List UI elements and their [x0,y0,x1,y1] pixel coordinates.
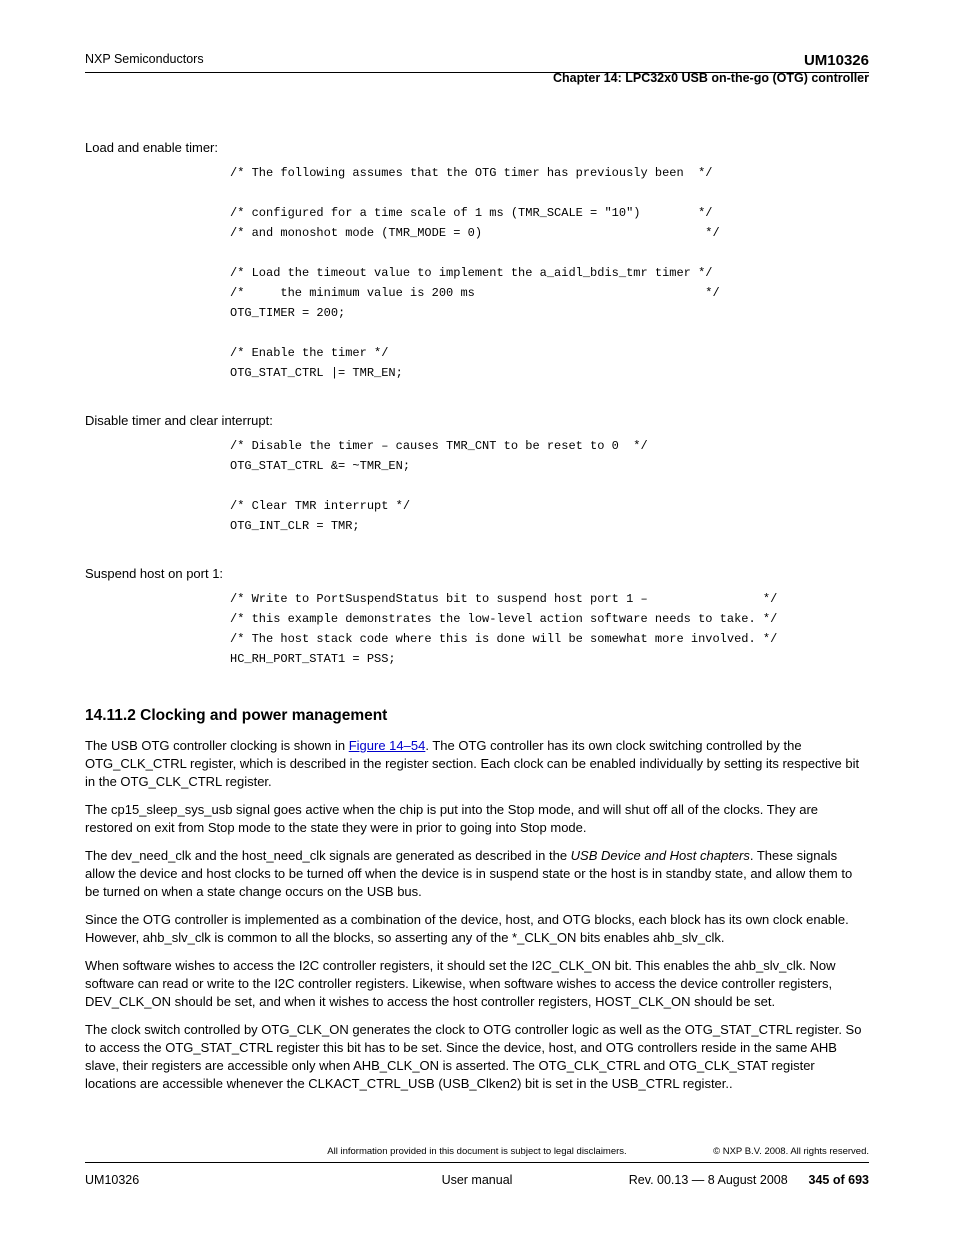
section-disable-label: Disable timer and clear interrupt: [85,413,869,428]
page: NXP Semiconductors UM10326 Chapter 14: L… [0,0,954,1235]
header-rule [85,72,869,73]
heading-clocking: 14.11.2 Clocking and power management [85,707,869,725]
content-area: Load and enable timer: /* The following … [85,140,869,1103]
code-block-load-enable: /* The following assumes that the OTG ti… [230,163,869,383]
para-6: The clock switch controlled by OTG_CLK_O… [85,1021,869,1093]
para-3-ital: USB Device and Host chapters [571,848,750,863]
para-2: The cp15_sleep_sys_usb signal goes activ… [85,801,869,837]
code-block-disable: /* Disable the timer – causes TMR_CNT to… [230,436,869,536]
para-1: The USB OTG controller clocking is shown… [85,737,869,791]
header-doc: UM10326 Chapter 14: LPC32x0 USB on-the-g… [553,52,869,85]
section-load-enable-label: Load and enable timer: [85,140,869,155]
para-3: The dev_need_clk and the host_need_clk s… [85,847,869,901]
para-5: When software wishes to access the I2C c… [85,957,869,1011]
chapter-title: Chapter 14: LPC32x0 USB on-the-go (OTG) … [553,71,869,85]
footer-copyright: © NXP B.V. 2008. All rights reserved. [713,1146,869,1157]
para-4: Since the OTG controller is implemented … [85,911,869,947]
para-3-pre: The dev_need_clk and the host_need_clk s… [85,848,571,863]
section-suspend-label: Suspend host on port 1: [85,566,869,581]
footer-pagenum: 345 of 693 [809,1173,869,1187]
figure-link[interactable]: Figure 14–54 [349,738,426,753]
footer-rev: Rev. 00.13 — 8 August 2008 [629,1173,788,1187]
para-1-pre: The USB OTG controller clocking is shown… [85,738,349,753]
code-block-suspend: /* Write to PortSuspendStatus bit to sus… [230,589,869,669]
header-company: NXP Semiconductors [85,52,204,66]
footer-right: Rev. 00.13 — 8 August 2008 345 of 693 [629,1173,869,1187]
footer-rule [85,1162,869,1163]
doc-id: UM10326 [553,52,869,69]
